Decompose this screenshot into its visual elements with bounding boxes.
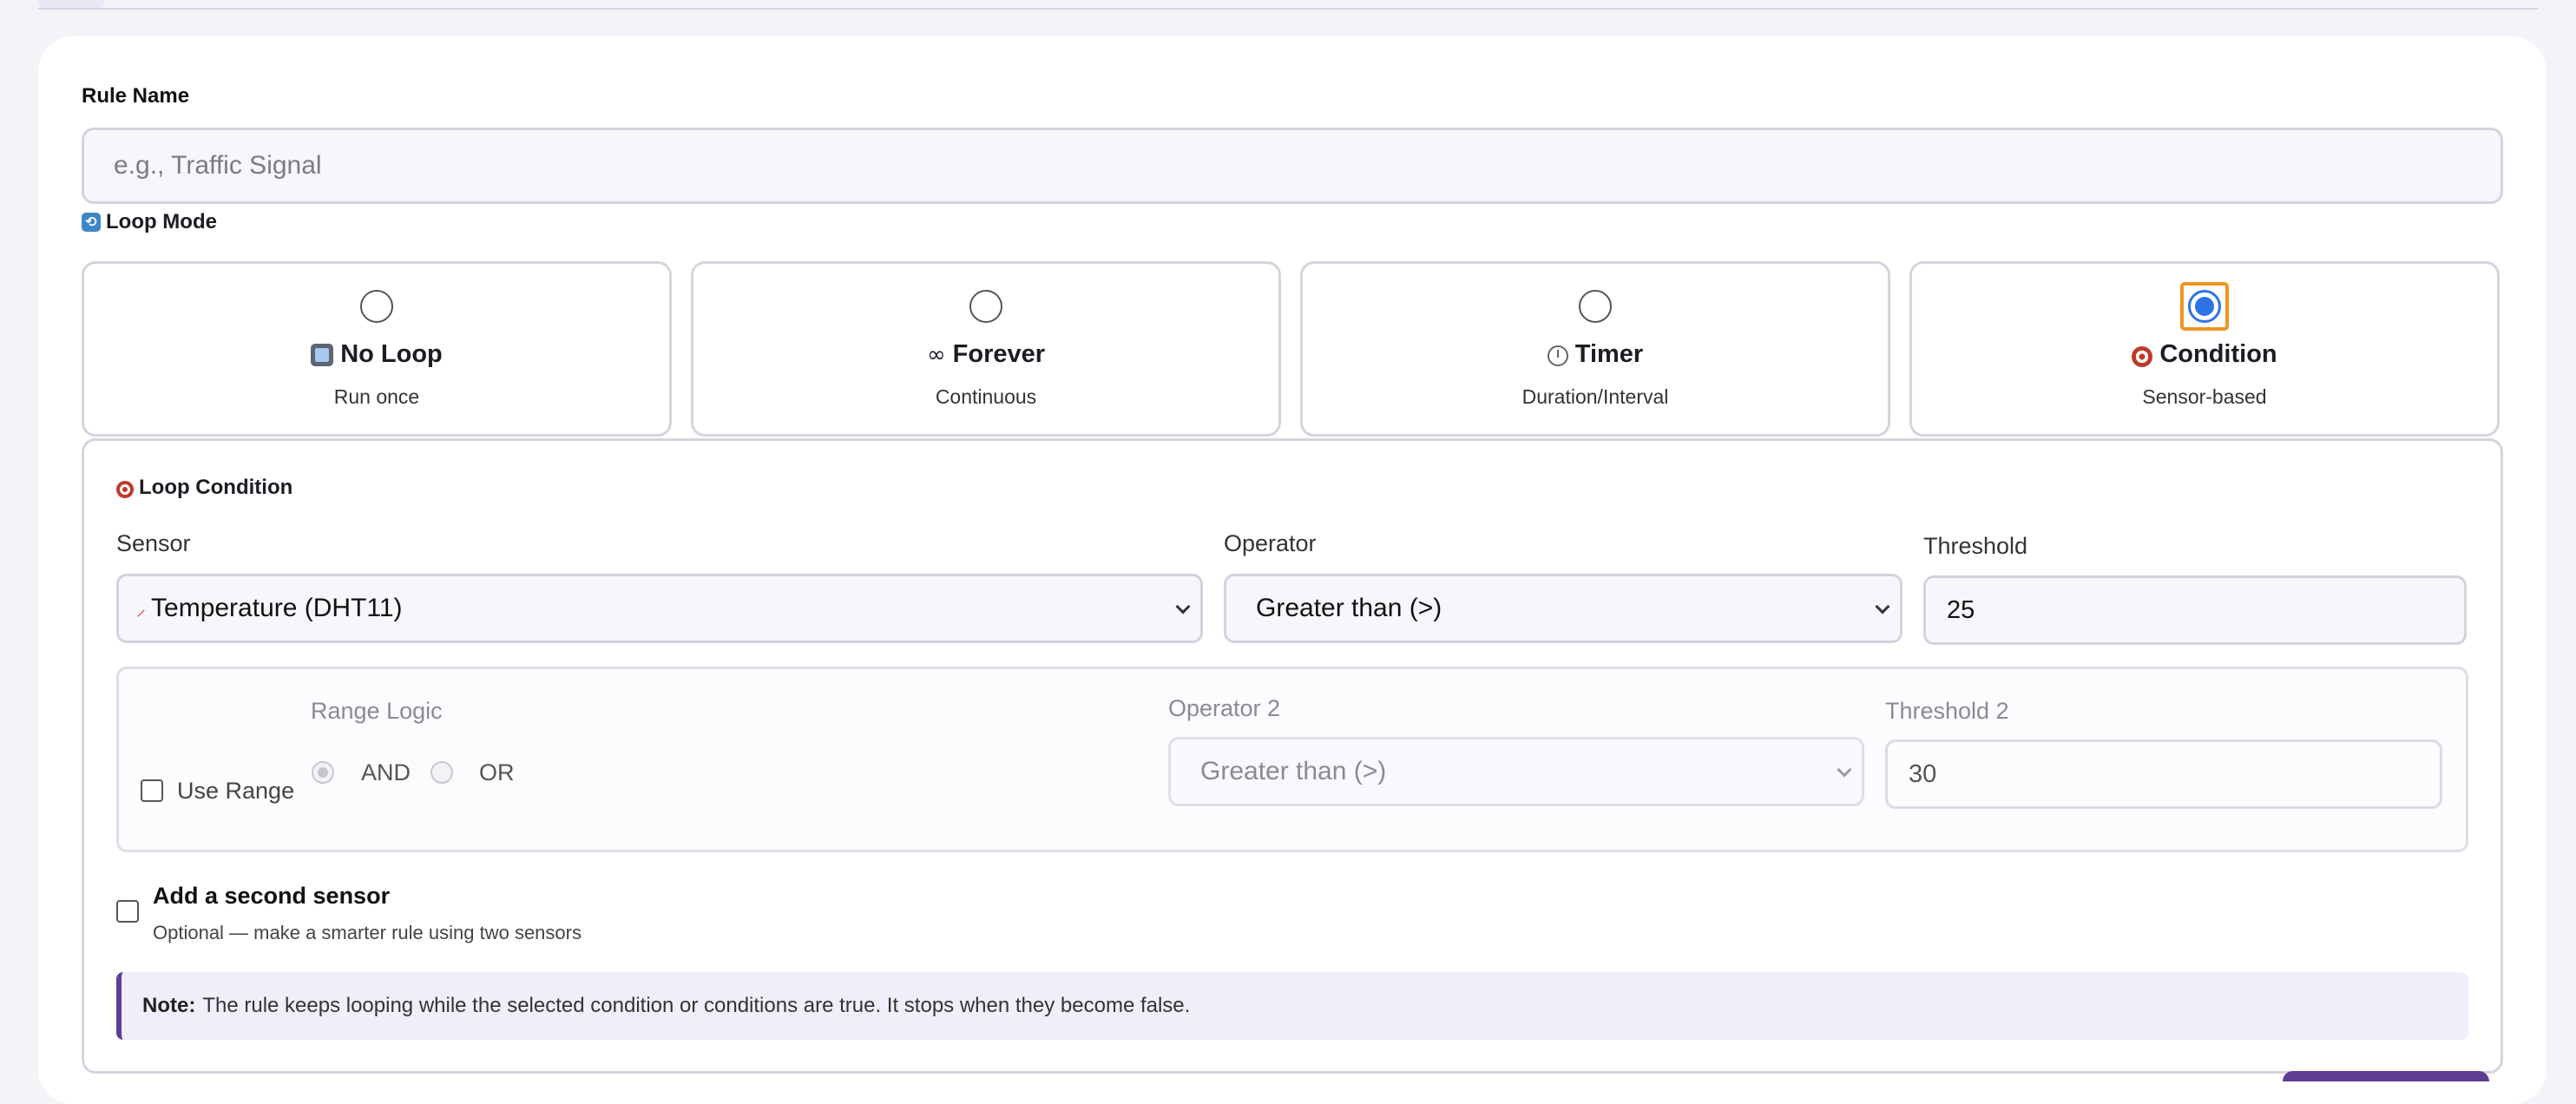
forever-subtitle: Continuous <box>935 385 1037 408</box>
range-or-radio[interactable] <box>430 761 453 784</box>
condition-radio[interactable] <box>2188 290 2221 323</box>
operator-label: Operator <box>1224 530 1317 556</box>
target-icon <box>116 481 134 498</box>
operator-select[interactable]: Greater than (>) <box>1224 574 1902 643</box>
top-divider <box>38 8 2538 10</box>
range-and-label: AND <box>361 759 411 785</box>
forever-title: Forever <box>952 340 1046 368</box>
note-label: Note: <box>142 994 196 1017</box>
no-loop-subtitle: Run once <box>333 385 420 408</box>
loop-note: Note: The rule keeps looping while the s… <box>116 972 2468 1040</box>
threshold-value: 25 <box>1947 595 1975 624</box>
loop-mode-option-no-loop[interactable]: No Loop Run once <box>82 261 672 437</box>
operator-2-value: Greater than (>) <box>1200 757 1387 785</box>
operator-2-label: Operator 2 <box>1168 695 1281 721</box>
threshold-2-input[interactable]: 30 <box>1885 739 2442 809</box>
rule-name-input[interactable] <box>82 128 2503 204</box>
threshold-label: Threshold <box>1923 533 2028 559</box>
loop-arrows-icon: ⟲ <box>82 213 101 232</box>
infinity-icon: ∞ <box>926 341 946 368</box>
sensor-select-value: Temperature (DHT11) <box>151 594 403 622</box>
threshold-2-value: 30 <box>1909 759 1937 788</box>
loop-condition-title: Loop Condition <box>139 476 293 499</box>
loop-mode-label-text: Loop Mode <box>106 210 217 233</box>
chevron-down-icon <box>1175 599 1191 614</box>
operator-2-select[interactable]: Greater than (>) <box>1168 737 1864 806</box>
second-sensor-subtitle: Optional — make a smarter rule using two… <box>153 922 582 943</box>
loop-mode-option-timer[interactable]: Timer Duration/Interval <box>1300 261 1890 437</box>
loop-condition-heading: Loop Condition <box>116 476 292 500</box>
stopwatch-icon <box>1547 345 1568 366</box>
range-logic-label: Range Logic <box>311 698 443 724</box>
range-and-radio[interactable] <box>312 761 334 784</box>
chevron-down-icon <box>1837 762 1852 778</box>
condition-title: Condition <box>2159 340 2277 368</box>
loop-mode-label: ⟲ Loop Mode <box>82 209 217 235</box>
stop-square-icon <box>311 343 334 366</box>
loop-mode-option-forever[interactable]: ∞ Forever Continuous <box>691 261 1281 437</box>
second-sensor-title: Add a second sensor <box>153 883 391 909</box>
save-button-partial[interactable] <box>2283 1071 2489 1081</box>
loop-mode-option-condition[interactable]: Condition Sensor-based <box>1909 261 2500 437</box>
range-or-label: OR <box>479 759 515 785</box>
timer-subtitle: Duration/Interval <box>1521 385 1669 408</box>
thermometer-icon: ⸝ <box>136 599 147 621</box>
target-icon <box>2132 345 2153 367</box>
timer-title: Timer <box>1574 340 1644 368</box>
use-range-checkbox[interactable] <box>141 779 163 802</box>
threshold-2-label: Threshold 2 <box>1885 698 2009 724</box>
no-loop-title: No Loop <box>340 340 443 368</box>
sensor-select[interactable]: ⸝ Temperature (DHT11) <box>116 574 1203 643</box>
top-tab-edge <box>38 0 104 8</box>
no-loop-radio[interactable] <box>360 290 393 323</box>
rule-name-label: Rule Name <box>82 84 190 108</box>
note-text: The rule keeps looping while the selecte… <box>202 994 1191 1017</box>
sensor-label: Sensor <box>116 530 191 556</box>
timer-radio[interactable] <box>1579 290 1612 323</box>
use-range-label: Use Range <box>177 778 295 804</box>
operator-select-value: Greater than (>) <box>1256 594 1442 622</box>
chevron-down-icon <box>1875 599 1890 614</box>
forever-radio[interactable] <box>969 290 1002 323</box>
second-sensor-checkbox[interactable] <box>116 900 139 923</box>
threshold-input[interactable]: 25 <box>1923 575 2467 645</box>
condition-subtitle: Sensor-based <box>2142 385 2267 408</box>
